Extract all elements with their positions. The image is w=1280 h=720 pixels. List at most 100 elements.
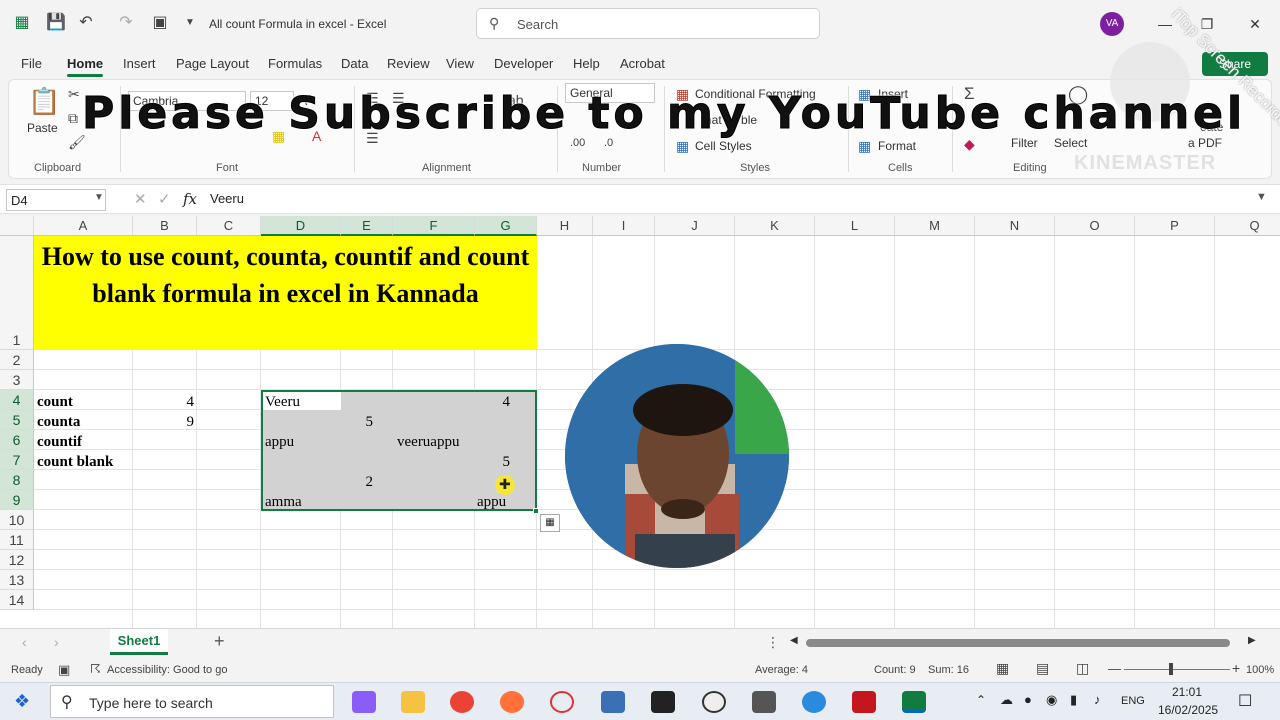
page-layout-view-icon[interactable]: ▤ [1036,660,1049,677]
avatar[interactable]: VA [1100,12,1124,36]
column-header[interactable]: A [34,216,133,236]
tab-acrobat[interactable]: Acrobat [620,56,665,71]
mail-icon[interactable] [752,691,776,713]
column-header[interactable]: I [593,216,655,236]
zoom-slider[interactable] [1124,669,1230,670]
tab-sheet1[interactable]: Sheet1 [110,629,168,655]
accessibility-icon[interactable]: ☈ [90,662,101,676]
row-header[interactable]: 6 [0,430,34,450]
horizontal-scrollbar[interactable] [806,639,1230,647]
value-count[interactable]: 4 [134,392,195,412]
show-hidden-icons-icon[interactable]: ⌃ [976,693,986,707]
excel-taskbar-icon[interactable] [902,691,926,713]
cell-styles-button[interactable]: Cell Styles [695,139,752,153]
customize-quick-access-icon[interactable]: ▼ [180,12,200,34]
cell-styles-icon[interactable]: ▦ [676,138,689,155]
cut-icon[interactable]: ✂ [68,86,80,103]
column-header[interactable]: Q [1215,216,1280,236]
more-options-icon[interactable]: ⋮ [766,634,780,651]
browser-icon[interactable] [802,691,826,713]
value-counta[interactable]: 9 [134,412,195,432]
cell-e8[interactable]: 2 [343,472,374,492]
tab-developer[interactable]: Developer [494,56,553,71]
cell-d6[interactable]: appu [265,432,294,452]
row-header[interactable]: 7 [0,450,34,470]
tab-view[interactable]: View [446,56,474,71]
tab-help[interactable]: Help [573,56,600,71]
copy-icon[interactable]: ⧉ [68,110,78,127]
close-icon[interactable]: ✕ [1240,12,1270,36]
paste-icon[interactable]: 📋 [28,86,60,117]
clock-date[interactable]: 16/02/2025 [1158,703,1218,717]
cell-d4[interactable]: Veeru [265,392,300,412]
volume-icon[interactable]: ♪ [1094,692,1101,707]
battery-icon[interactable]: ▮ [1070,692,1077,708]
calculator-icon[interactable] [601,691,625,713]
paste-button[interactable]: Paste [27,121,58,135]
normal-view-icon[interactable]: ▦ [996,660,1009,677]
notifications-icon[interactable]: ☐ [1238,691,1252,711]
language-indicator[interactable]: ENG [1121,695,1145,707]
column-header[interactable]: L [815,216,895,236]
row-header[interactable]: 14 [0,590,34,610]
row-header[interactable]: 9 [0,490,34,510]
tab-file[interactable]: File [21,56,42,71]
undo-icon[interactable]: ↶ [76,12,96,34]
label-count-blank[interactable]: count blank [37,452,113,472]
zoom-out-icon[interactable]: — [1108,661,1121,676]
chrome-icon[interactable] [450,691,474,713]
screen-recorder-icon[interactable] [852,691,876,713]
cell-d9[interactable]: amma [265,492,302,512]
column-header[interactable]: O [1055,216,1135,236]
name-box-dropdown-icon[interactable]: ▼ [94,192,104,203]
row-header[interactable]: 12 [0,550,34,570]
insert-function-icon[interactable]: fx [183,190,197,208]
column-header[interactable]: E [341,216,393,236]
row-header[interactable]: 8 [0,470,34,490]
clock-time[interactable]: 21:01 [1172,685,1202,699]
column-header[interactable]: B [133,216,197,236]
macro-record-icon[interactable]: ▣ [58,662,70,678]
zoom-level[interactable]: 100% [1246,664,1274,676]
next-sheet-icon[interactable]: › [54,634,59,650]
copilot-icon[interactable] [352,691,376,713]
cell-f6[interactable]: veeruappu [397,432,459,452]
snipping-tool-icon[interactable] [550,691,574,713]
microphone-icon[interactable]: ● [1024,692,1032,707]
save-icon[interactable]: 💾 [46,12,66,34]
cell-g7[interactable]: 5 [476,452,511,472]
tab-data[interactable]: Data [341,56,368,71]
column-header[interactable]: F [393,216,475,236]
column-header[interactable]: C [197,216,261,236]
label-countif[interactable]: countif [37,432,82,452]
name-box[interactable]: D4 [6,189,106,211]
tab-home[interactable]: Home [67,56,103,71]
row-header[interactable]: 5 [0,410,34,430]
column-header[interactable]: D [261,216,341,236]
select-all-corner[interactable] [0,216,34,236]
scroll-right-icon[interactable]: ▶ [1248,635,1256,646]
row-header[interactable]: 2 [0,350,34,370]
scroll-left-icon[interactable]: ◀ [790,635,798,646]
row-header[interactable]: 1 [0,236,34,350]
file-explorer-icon[interactable] [401,691,425,713]
row-header[interactable]: 13 [0,570,34,590]
accessibility-status[interactable]: Accessibility: Good to go [107,664,227,676]
sticky-notes-icon[interactable] [651,691,675,713]
column-header[interactable]: K [735,216,815,236]
prev-sheet-icon[interactable]: ‹ [22,634,27,650]
media-player-icon[interactable] [702,691,726,713]
format-cells-button[interactable]: Format [878,139,916,153]
search-box[interactable]: ⚲ Search [476,8,820,39]
zoom-slider-thumb[interactable] [1169,663,1173,675]
row-header[interactable]: 10 [0,510,34,530]
page-break-view-icon[interactable]: ◫ [1076,660,1089,677]
zoom-in-icon[interactable]: + [1232,660,1240,676]
formula-input[interactable]: Veeru [210,191,244,206]
windows-start-icon[interactable]: ❖ [14,691,30,712]
camera-icon[interactable]: ▣ [150,12,170,34]
fill-handle[interactable] [533,508,539,514]
label-counta[interactable]: counta [37,412,80,432]
cell-g4[interactable]: 4 [476,392,511,412]
cell-g9[interactable]: appu [477,492,506,512]
